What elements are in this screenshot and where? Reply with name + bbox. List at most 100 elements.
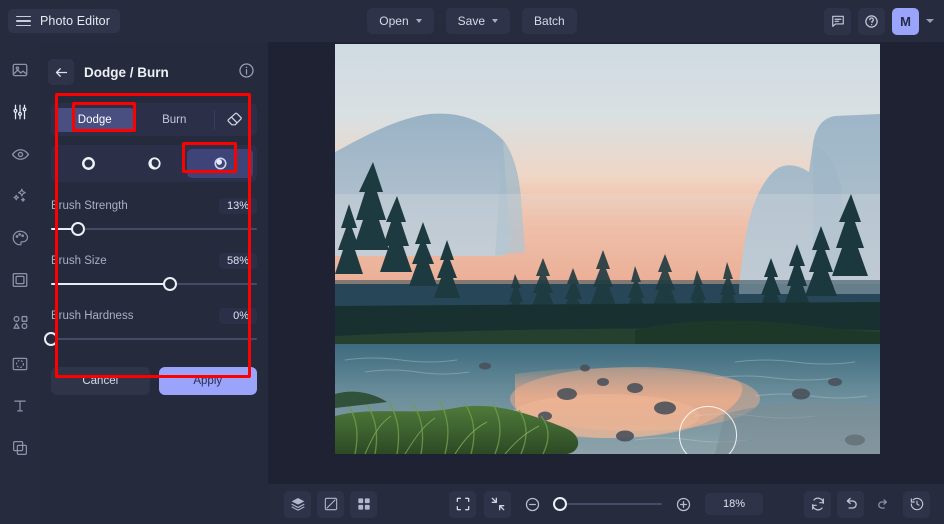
sidebar-item-frame[interactable] (6, 266, 34, 294)
help-button[interactable] (858, 7, 885, 35)
slider-brush-strength: Brush Strength 13% (51, 198, 257, 237)
bottom-bar-left (284, 490, 377, 518)
zoom-out-icon (525, 497, 540, 511)
bottom-bar: 18% (268, 484, 944, 524)
slider-label: Brush Size (51, 255, 107, 267)
eye-icon (11, 148, 29, 160)
slider-label: Brush Strength (51, 200, 128, 212)
slider-handle[interactable] (70, 222, 85, 236)
hamburger-icon (16, 15, 31, 27)
sidebar-item-effects[interactable] (6, 140, 34, 168)
sidebar-item-retouch[interactable] (6, 182, 34, 210)
slider-handle[interactable] (44, 332, 58, 346)
open-button-label: Open (379, 14, 409, 28)
slider-track-fill (51, 283, 171, 285)
redo-icon (878, 498, 887, 509)
mode-dodge-tab[interactable]: Dodge (55, 107, 135, 132)
fit-screen-icon (456, 497, 469, 511)
sidebar-item-image[interactable] (6, 56, 34, 84)
info-button[interactable] (238, 62, 258, 82)
zoom-out-button[interactable] (519, 491, 546, 518)
slider-value: 58% (218, 253, 257, 269)
back-arrow-icon (55, 67, 67, 77)
top-bar-center: Open Save Batch (0, 0, 944, 42)
collapse-arrows-icon (491, 497, 504, 511)
slider-track-line (51, 338, 257, 340)
compare-button[interactable] (317, 490, 344, 518)
layers-button[interactable] (284, 490, 311, 518)
panel-actions: Cancel Apply (51, 367, 257, 395)
avatar[interactable]: M (892, 7, 919, 35)
slider-brush-size: Brush Size 58% (51, 253, 257, 292)
batch-button[interactable]: Batch (522, 8, 577, 34)
slider-track[interactable] (51, 276, 257, 292)
top-bar-left: Photo Editor (8, 9, 120, 33)
sidebar-item-color[interactable] (6, 224, 34, 252)
photo-preview[interactable] (335, 44, 880, 454)
shapes-icon (12, 315, 27, 329)
collapse-button[interactable] (484, 490, 511, 518)
help-circle-icon (865, 14, 878, 28)
mode-segmented-control: Dodge Burn (51, 103, 257, 136)
zoom-slider-handle[interactable] (553, 497, 567, 511)
comment-icon (831, 15, 844, 27)
history-icon (910, 497, 923, 511)
tone-highlights-button[interactable] (187, 149, 253, 178)
sidebar-item-text[interactable] (6, 392, 34, 420)
slider-header: Brush Hardness 0% (51, 308, 257, 324)
tone-shadows-button[interactable] (55, 149, 121, 178)
layers-icon (290, 498, 305, 511)
apply-button[interactable]: Apply (158, 367, 257, 395)
zoom-level-readout[interactable]: 18% (705, 493, 763, 515)
slider-track[interactable] (44, 331, 257, 347)
canvas-area[interactable] (268, 42, 944, 484)
panel-body: Dodge Burn Brush Strength 13% Brush Size… (44, 103, 257, 395)
grid-button[interactable] (350, 490, 377, 518)
sidebar-item-shapes[interactable] (6, 308, 34, 336)
history-button[interactable] (903, 490, 930, 518)
undo-button[interactable] (837, 490, 864, 518)
slider-handle[interactable] (163, 277, 178, 291)
account-chevron-down-icon[interactable] (926, 19, 934, 23)
slider-header: Brush Strength 13% (51, 198, 257, 214)
photo-image (335, 44, 880, 454)
top-bar: Photo Editor Open Save Batch M (0, 0, 944, 42)
zoom-in-icon (676, 497, 691, 511)
app-title: Photo Editor (40, 14, 110, 28)
photo-editor-window: Photo Editor Open Save Batch M Dodge / B… (0, 0, 944, 524)
zoom-in-button[interactable] (670, 491, 697, 518)
top-bar-right: M (824, 0, 934, 42)
save-button[interactable]: Save (445, 8, 511, 34)
reset-button[interactable] (804, 490, 831, 518)
text-icon (14, 400, 26, 412)
fit-screen-button[interactable] (449, 490, 476, 518)
avatar-initial: M (900, 13, 911, 29)
eraser-button[interactable] (215, 107, 253, 132)
slider-header: Brush Size 58% (51, 253, 257, 269)
save-button-label: Save (457, 14, 486, 28)
layers-copy-icon (13, 441, 27, 455)
zoom-slider[interactable] (553, 496, 662, 512)
cancel-button[interactable]: Cancel (51, 367, 150, 395)
zoom-slider-line (554, 503, 662, 505)
back-button[interactable] (48, 59, 74, 85)
open-button[interactable]: Open (367, 8, 434, 34)
slider-brush-hardness: Brush Hardness 0% (44, 308, 257, 347)
slider-value: 0% (219, 308, 257, 324)
comment-button[interactable] (824, 7, 851, 35)
slider-track[interactable] (51, 221, 257, 237)
main-menu-button[interactable]: Photo Editor (8, 9, 120, 33)
cutout-icon (12, 357, 28, 371)
mode-burn-tab[interactable]: Burn (135, 108, 215, 132)
grid-icon (357, 498, 370, 510)
tone-midtones-button[interactable] (121, 149, 187, 178)
sidebar-item-cutout[interactable] (6, 350, 34, 378)
sidebar-item-adjust[interactable] (6, 98, 34, 126)
reset-icon (811, 497, 824, 511)
chevron-down-icon (492, 19, 499, 23)
slider-value: 13% (218, 198, 257, 214)
tone-range-control (51, 145, 257, 182)
redo-button[interactable] (870, 491, 897, 518)
palette-icon (12, 230, 29, 246)
sidebar-item-layers[interactable] (6, 434, 34, 462)
